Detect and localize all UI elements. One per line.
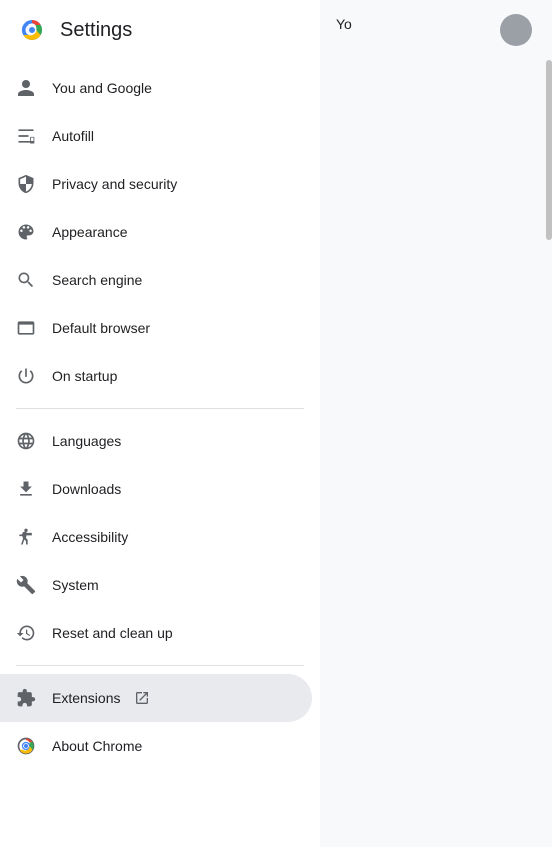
reset-icon bbox=[16, 623, 36, 643]
browser-icon bbox=[16, 318, 36, 338]
nav-item[interactable]: Accessibility bbox=[0, 513, 312, 561]
sidebar-item-label: Reset and clean up bbox=[52, 625, 173, 641]
nav-item-extensions[interactable]: Extensions bbox=[0, 674, 312, 722]
divider bbox=[16, 408, 304, 409]
sidebar-item-label: Autofill bbox=[52, 128, 94, 144]
sidebar-item-label: Appearance bbox=[52, 224, 128, 240]
divider bbox=[16, 665, 304, 666]
sidebar-item-label: On startup bbox=[52, 368, 117, 384]
search-icon bbox=[16, 270, 36, 290]
nav-item[interactable]: System bbox=[0, 561, 312, 609]
accessibility-icon bbox=[16, 527, 36, 547]
nav-list: You and Google Autofill Privacy and secu… bbox=[0, 60, 320, 847]
nav-item-about-chrome[interactable]: About Chrome bbox=[0, 722, 312, 770]
extensions-icon bbox=[16, 688, 36, 708]
autofill-icon bbox=[16, 126, 36, 146]
person-icon bbox=[16, 78, 36, 98]
header: Settings bbox=[0, 0, 320, 60]
right-panel-preview-text: Yo bbox=[336, 16, 352, 32]
page-title: Settings bbox=[60, 19, 132, 42]
palette-icon bbox=[16, 222, 36, 242]
nav-item[interactable]: Appearance bbox=[0, 208, 312, 256]
shield-icon bbox=[16, 174, 36, 194]
sidebar-item-label: Privacy and security bbox=[52, 176, 177, 192]
sidebar-item-label: Extensions bbox=[52, 690, 150, 706]
sidebar-item-label: Languages bbox=[52, 433, 121, 449]
nav-item[interactable]: Search engine bbox=[0, 256, 312, 304]
sidebar-item-label: About Chrome bbox=[52, 738, 142, 754]
about-chrome-icon bbox=[16, 736, 36, 756]
scrollbar[interactable] bbox=[546, 60, 552, 240]
sidebar-item-label: Search engine bbox=[52, 272, 142, 288]
avatar[interactable] bbox=[500, 14, 532, 46]
sidebar-item-label: Default browser bbox=[52, 320, 150, 336]
sidebar: Settings You and Google Autofill Privacy… bbox=[0, 0, 320, 847]
sidebar-item-label: System bbox=[52, 577, 99, 593]
nav-item[interactable]: Privacy and security bbox=[0, 160, 312, 208]
right-panel: Yo bbox=[320, 0, 552, 847]
nav-item[interactable]: You and Google bbox=[0, 64, 312, 112]
nav-item[interactable]: Reset and clean up bbox=[0, 609, 312, 657]
nav-item[interactable]: Autofill bbox=[0, 112, 312, 160]
nav-item[interactable]: Languages bbox=[0, 417, 312, 465]
nav-item[interactable]: Downloads bbox=[0, 465, 312, 513]
system-icon bbox=[16, 575, 36, 595]
external-link-icon bbox=[128, 690, 150, 706]
power-icon bbox=[16, 366, 36, 386]
nav-item[interactable]: On startup bbox=[0, 352, 312, 400]
chrome-logo-icon bbox=[16, 14, 48, 46]
sidebar-item-label: Downloads bbox=[52, 481, 121, 497]
sidebar-item-label: Accessibility bbox=[52, 529, 128, 545]
globe-icon bbox=[16, 431, 36, 451]
download-icon bbox=[16, 479, 36, 499]
sidebar-item-label: You and Google bbox=[52, 80, 152, 96]
nav-item[interactable]: Default browser bbox=[0, 304, 312, 352]
